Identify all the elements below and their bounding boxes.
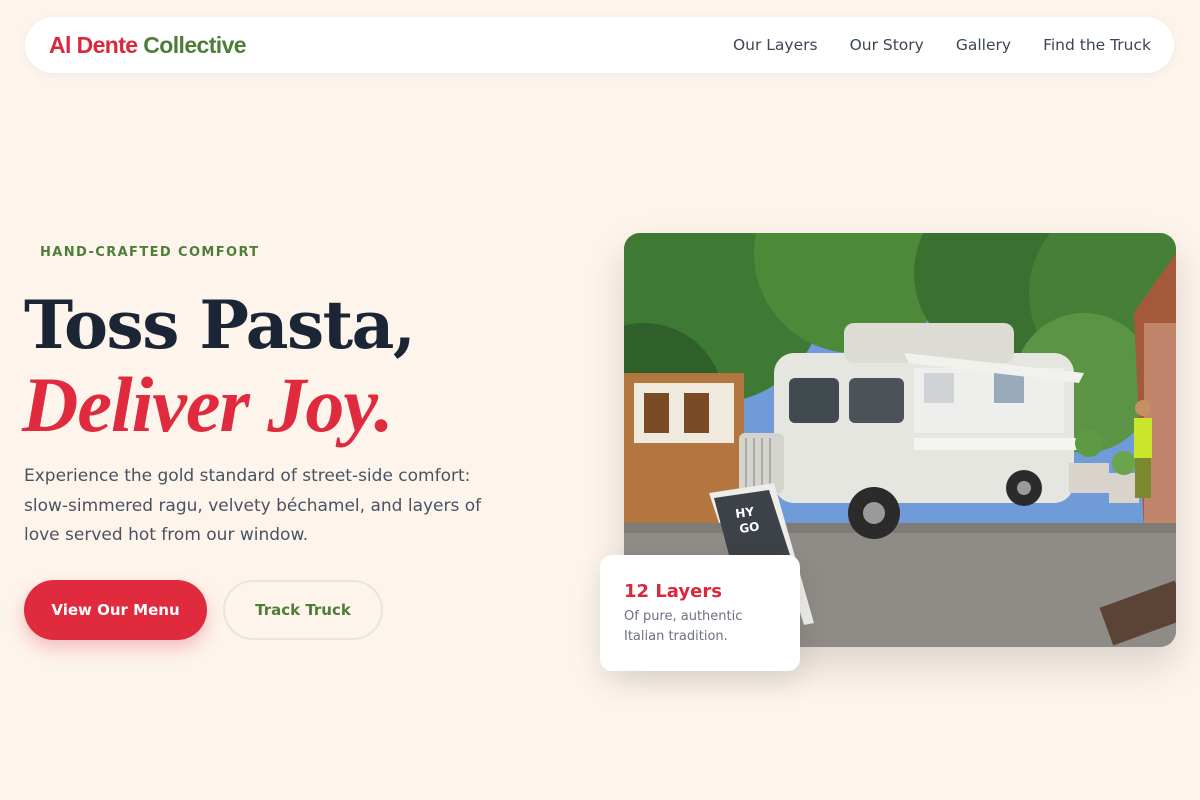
stat-card: 12 Layers Of pure, authentic Italian tra…	[600, 555, 800, 671]
brand-name-part2: Collective	[143, 31, 246, 58]
nav-link-find-the-truck[interactable]: Find the Truck	[1043, 36, 1151, 54]
stat-card-title: 12 Layers	[624, 581, 722, 602]
brand-name-part1: Al Dente	[49, 31, 138, 58]
hero-lead-text: Experience the gold standard of street-s…	[24, 466, 482, 545]
brand-logo[interactable]: Al Dente Collective	[49, 31, 247, 59]
hero-headline-line2: Deliver Joy.	[22, 361, 394, 448]
stat-card-subtitle: Of pure, authentic Italian tradition.	[624, 609, 743, 644]
top-navigation: Al Dente Collective Our Layers Our Story…	[25, 17, 1174, 73]
hero-eyebrow: HAND-CRAFTED COMFORT	[40, 245, 260, 260]
svg-text:GO: GO	[738, 519, 760, 536]
hero-headline-line1: Toss Pasta,	[24, 286, 416, 364]
nav-links: Our Layers Our Story Gallery Find the Tr…	[733, 36, 1151, 54]
nav-link-our-layers[interactable]: Our Layers	[733, 36, 818, 54]
view-menu-button[interactable]: View Our Menu	[24, 580, 207, 640]
nav-link-gallery[interactable]: Gallery	[956, 36, 1011, 54]
nav-link-our-story[interactable]: Our Story	[850, 36, 924, 54]
track-truck-button[interactable]: Track Truck	[223, 580, 383, 640]
svg-text:HY: HY	[734, 504, 755, 521]
